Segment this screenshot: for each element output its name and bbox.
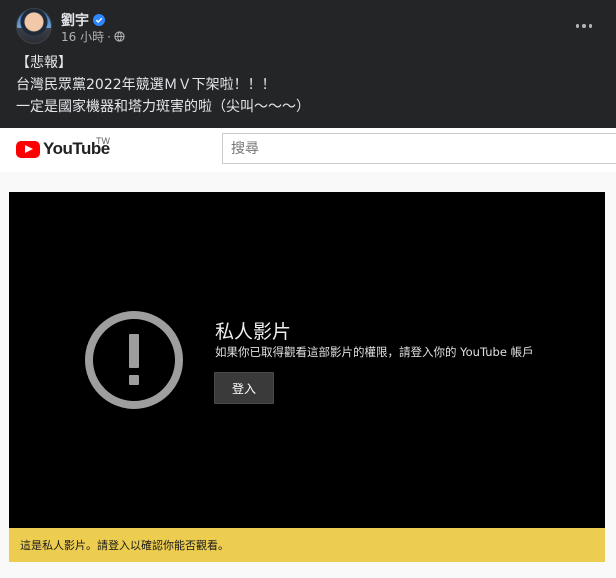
author-name[interactable]: 劉宇 [61, 10, 89, 30]
youtube-embed: YouTube TW 私人影片 如果你已取得觀看這部影片的權限，請登入你的 Yo… [0, 128, 616, 578]
meta-separator: · [107, 29, 111, 44]
login-button[interactable]: 登入 [214, 372, 274, 404]
globe-icon [114, 31, 125, 42]
post-line: 一定是國家機器和塔力斑害的啦（尖叫～～～） [16, 99, 310, 115]
youtube-play-icon [16, 140, 40, 158]
exclamation-icon [85, 311, 183, 409]
post-meta: 16 小時 · [61, 28, 125, 45]
more-options-button[interactable] [574, 16, 594, 36]
post-time[interactable]: 16 小時 [61, 28, 104, 45]
post-header: 劉宇 16 小時 · [16, 8, 600, 48]
dot-icon [582, 24, 586, 28]
private-notice-bar: 這是私人影片。請登入以確認你能否觀看。 [9, 528, 605, 562]
post-line: 台灣民眾黨2022年競選ＭＶ下架啦！！！ [16, 77, 276, 93]
dot-icon [575, 24, 580, 28]
post-text: 【悲報】 台灣民眾黨2022年競選ＭＶ下架啦！！！ 一定是國家機器和塔力斑害的啦… [16, 52, 310, 118]
video-player: 私人影片 如果你已取得觀看這部影片的權限，請登入你的 YouTube 帳戶 登入 [9, 192, 605, 528]
region-label: TW [96, 136, 110, 146]
dot-icon [588, 24, 593, 28]
avatar[interactable] [16, 8, 52, 44]
private-video-title: 私人影片 [215, 321, 292, 343]
post-line: 【悲報】 [16, 55, 72, 71]
search-input[interactable] [222, 133, 616, 164]
private-video-message: 如果你已取得觀看這部影片的權限，請登入你的 YouTube 帳戶 [215, 345, 534, 359]
verified-badge-icon [93, 14, 105, 26]
youtube-header: YouTube TW [0, 128, 616, 172]
author-line: 劉宇 [61, 10, 105, 30]
